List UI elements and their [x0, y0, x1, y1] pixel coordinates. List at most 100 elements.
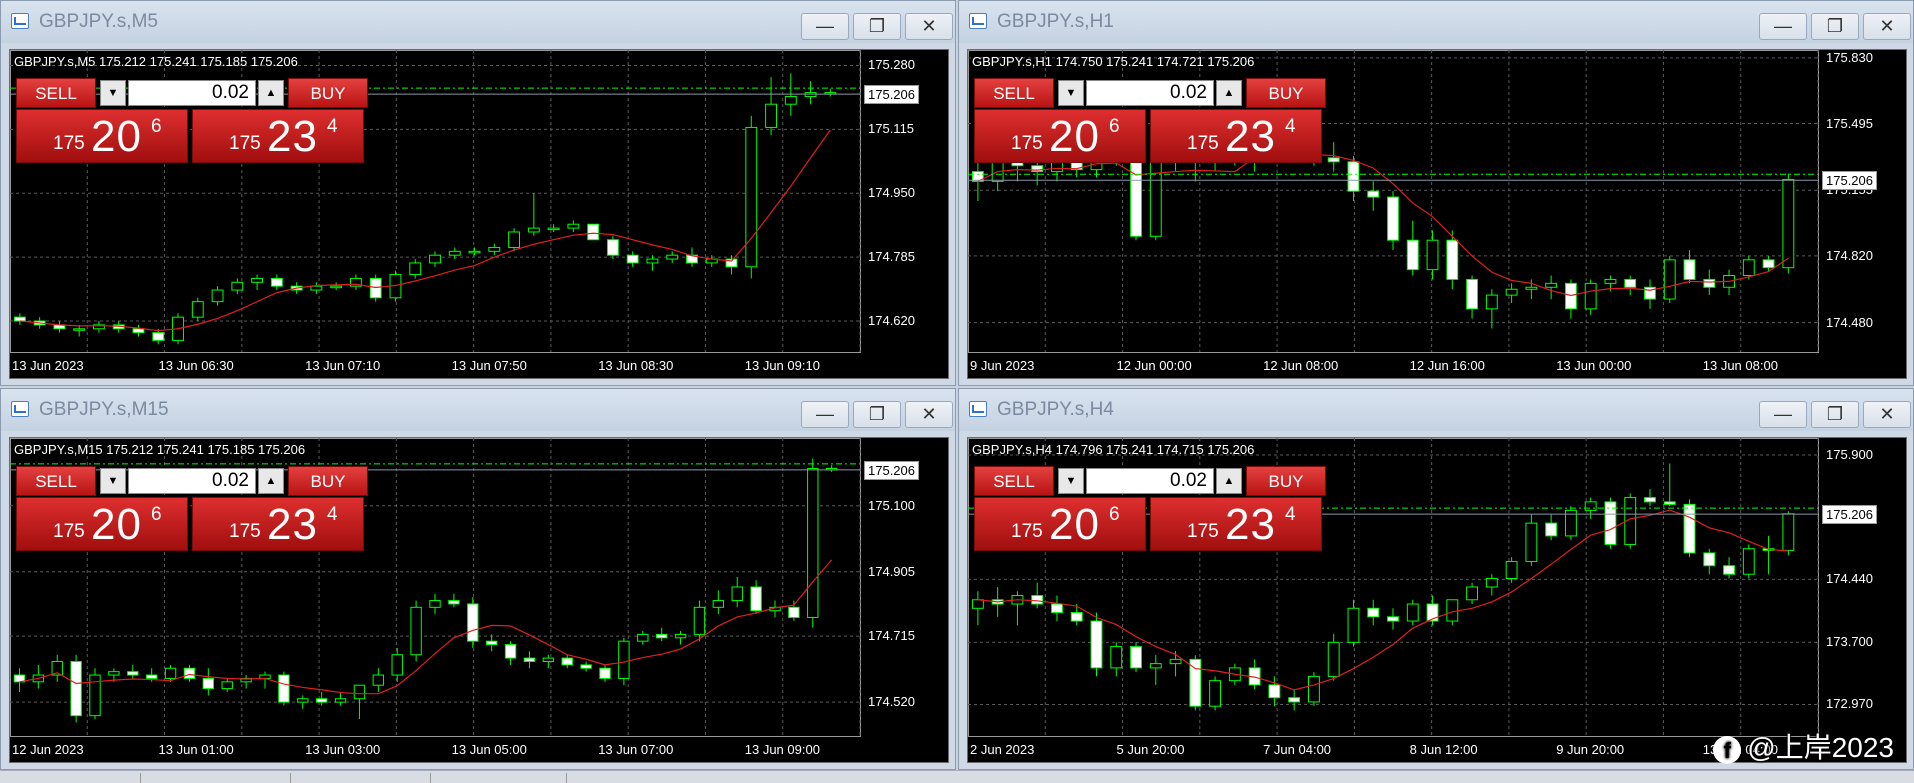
title-bar[interactable]: GBPJPY.s,H1 — ❐ ✕ [959, 1, 1913, 43]
ohlc-text: GBPJPY.s,H1 174.750 175.241 174.721 175.… [972, 54, 1255, 69]
lot-decrease-button[interactable]: ▼ [100, 80, 126, 106]
candle-body [1051, 603, 1063, 614]
lot-increase-button[interactable]: ▲ [258, 80, 284, 106]
lot-size-input[interactable]: 0.02 [1086, 80, 1214, 106]
candle-body [1031, 595, 1044, 605]
sell-quote[interactable]: 175 20 6 [974, 109, 1146, 163]
chart-area[interactable]: GBPJPY.s,M5 175.212 175.241 175.185 175.… [9, 49, 949, 379]
candle-body [666, 254, 679, 260]
minimize-button[interactable]: — [801, 401, 849, 428]
candle-body [1663, 501, 1676, 505]
candle-body [429, 254, 441, 264]
x-tick-label: 13 Jun 08:00 [1702, 358, 1778, 373]
candle-body [1070, 612, 1083, 622]
candle-body [508, 231, 521, 248]
title-bar[interactable]: GBPJPY.s,M5 — ❐ ✕ [1, 1, 955, 43]
candle-body [523, 657, 536, 662]
sell-quote-pips: 20 [1049, 500, 1100, 549]
lot-decrease-button[interactable]: ▼ [1058, 468, 1084, 494]
x-tick-label: 13 Jun 05:00 [451, 742, 527, 757]
title-bar[interactable]: GBPJPY.s,H4 — ❐ ✕ [959, 389, 1913, 431]
chart-window-m15[interactable]: GBPJPY.s,M15 — ❐ ✕ GBPJPY.s,M15 175.212 … [0, 388, 956, 770]
buy-quote-pips: 23 [267, 500, 318, 549]
close-button[interactable]: ✕ [905, 13, 953, 40]
lot-size-input[interactable]: 0.02 [128, 468, 256, 494]
sell-quote-pips: 20 [91, 500, 142, 549]
x-tick-label: 13 Jun 07:00 [598, 742, 674, 757]
candle-body [567, 223, 580, 229]
candle-body [485, 640, 498, 646]
close-button[interactable]: ✕ [1863, 401, 1911, 428]
minimize-button[interactable]: — [801, 13, 849, 40]
sell-quote[interactable]: 175 20 6 [16, 109, 188, 163]
buy-quote[interactable]: 175 23 4 [1150, 497, 1322, 551]
restore-button[interactable]: ❐ [853, 13, 901, 40]
one-click-trading-panel: SELL ▼ 0.02 ▲ BUY 175 20 6 175 23 4 [16, 78, 368, 164]
candle-body [765, 103, 777, 128]
chart-window-icon [969, 401, 987, 417]
lot-increase-button[interactable]: ▲ [258, 468, 284, 494]
x-tick-label: 2 Jun 2023 [970, 742, 1035, 757]
candle-body [1703, 278, 1716, 288]
candle-body [1327, 641, 1340, 677]
candle-body [70, 661, 82, 717]
candle-body [807, 467, 819, 618]
minimize-button[interactable]: — [1759, 13, 1807, 40]
buy-button[interactable]: BUY [1246, 466, 1326, 496]
ohlc-text: GBPJPY.s,H4 174.796 175.241 174.715 175.… [972, 442, 1255, 457]
candle-body [1742, 548, 1755, 575]
buy-quote[interactable]: 175 23 4 [192, 497, 364, 551]
one-click-trading-panel: SELL ▼ 0.02 ▲ BUY 175 20 6 175 23 4 [16, 466, 368, 552]
chart-window-h4[interactable]: GBPJPY.s,H4 — ❐ ✕ GBPJPY.s,H4 174.796 17… [958, 388, 1914, 770]
lot-increase-button[interactable]: ▲ [1216, 468, 1242, 494]
candle-body [410, 606, 422, 656]
buy-quote-prefix: 175 [229, 521, 261, 542]
chart-area[interactable]: GBPJPY.s,H1 174.750 175.241 174.721 175.… [967, 49, 1907, 379]
chart-window-m5[interactable]: GBPJPY.s,M5 — ❐ ✕ GBPJPY.s,M5 175.212 17… [0, 0, 956, 386]
sell-button[interactable]: SELL [974, 78, 1054, 108]
window-title: GBPJPY.s,H1 [997, 11, 1114, 32]
minimize-button[interactable]: — [1759, 401, 1807, 428]
sell-button[interactable]: SELL [16, 466, 96, 496]
ohlc-text: GBPJPY.s,M15 175.212 175.241 175.185 175… [14, 442, 306, 457]
lot-decrease-button[interactable]: ▼ [100, 468, 126, 494]
sell-button[interactable]: SELL [974, 466, 1054, 496]
chart-area[interactable]: GBPJPY.s,M15 175.212 175.241 175.185 175… [9, 437, 949, 763]
candle-body [231, 281, 244, 291]
sell-button[interactable]: SELL [16, 78, 96, 108]
title-bar[interactable]: GBPJPY.s,M15 — ❐ ✕ [1, 389, 955, 431]
restore-button[interactable]: ❐ [1811, 401, 1859, 428]
buy-quote[interactable]: 175 23 4 [192, 109, 364, 163]
buy-quote[interactable]: 175 23 4 [1150, 109, 1322, 163]
window-title: GBPJPY.s,H4 [997, 399, 1114, 420]
x-tick-label: 13 Jun 06:30 [158, 358, 234, 373]
y-tick-label: 175.830 [1826, 49, 1873, 65]
restore-button[interactable]: ❐ [853, 401, 901, 428]
lot-size-input[interactable]: 0.02 [1086, 468, 1214, 494]
buy-button[interactable]: BUY [1246, 78, 1326, 108]
sell-quote[interactable]: 175 20 6 [974, 497, 1146, 551]
candle-body [1683, 259, 1696, 280]
buy-button[interactable]: BUY [288, 466, 368, 496]
close-button[interactable]: ✕ [1863, 13, 1911, 40]
chart-window-h1[interactable]: GBPJPY.s,H1 — ❐ ✕ GBPJPY.s,H1 174.750 17… [958, 0, 1914, 386]
restore-button[interactable]: ❐ [1811, 13, 1859, 40]
lot-decrease-button[interactable]: ▼ [1058, 80, 1084, 106]
buy-button[interactable]: BUY [288, 78, 368, 108]
candle-body [646, 258, 659, 264]
sell-quote[interactable]: 175 20 6 [16, 497, 188, 551]
close-button[interactable]: ✕ [905, 401, 953, 428]
lot-increase-button[interactable]: ▲ [1216, 80, 1242, 106]
lot-size-input[interactable]: 0.02 [128, 80, 256, 106]
buy-quote-point: 4 [1285, 116, 1296, 137]
one-click-trading-panel: SELL ▼ 0.02 ▲ BUY 175 20 6 175 23 4 [974, 78, 1326, 164]
candle-body [488, 246, 501, 252]
candle-body [409, 262, 422, 276]
chart-area[interactable]: GBPJPY.s,H4 174.796 175.241 174.715 175.… [967, 437, 1907, 763]
current-price-label: 175.206 [1822, 505, 1877, 525]
candle-body [1485, 577, 1498, 588]
y-tick-label: 175.495 [1826, 115, 1873, 131]
candle-body [1307, 675, 1320, 703]
candle-body [784, 95, 797, 105]
x-tick-label: 12 Jun 2023 [12, 742, 84, 757]
